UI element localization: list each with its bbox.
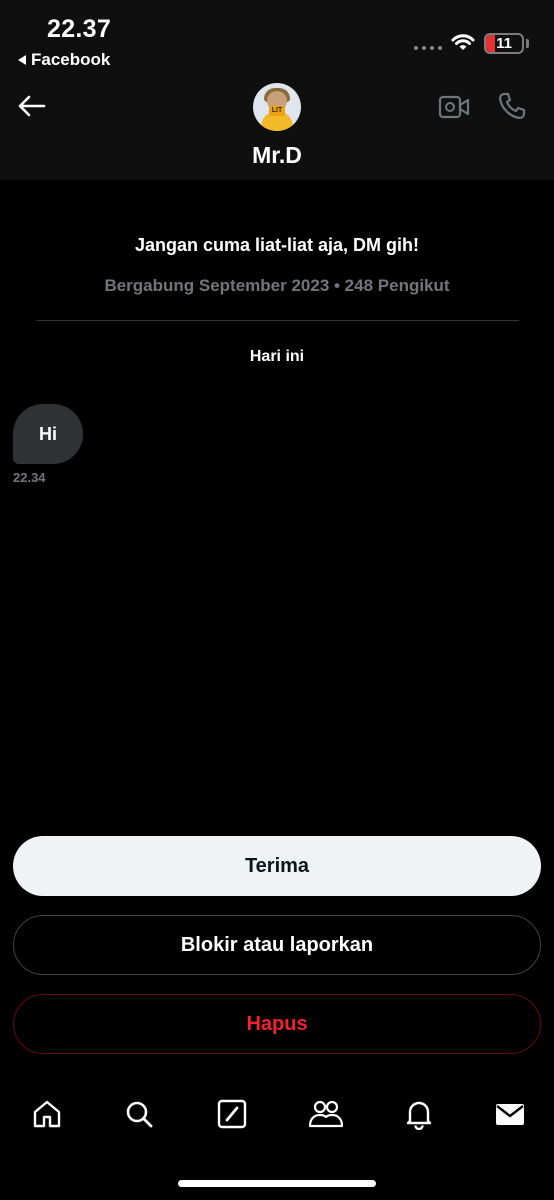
back-to-app-link[interactable]: Facebook <box>18 50 110 70</box>
delete-button[interactable]: Hapus <box>13 994 541 1054</box>
date-separator: Hari ini <box>249 348 305 365</box>
divider <box>36 320 519 321</box>
home-icon[interactable] <box>27 1094 67 1134</box>
phone-call-icon[interactable] <box>497 91 527 121</box>
back-arrow-icon[interactable] <box>16 94 46 118</box>
avatar-badge: LIT <box>269 106 285 116</box>
home-indicator[interactable] <box>178 1180 376 1187</box>
status-bar: 22.37 Facebook 11 <box>0 0 554 76</box>
messages-icon[interactable] <box>490 1094 530 1134</box>
video-call-icon[interactable] <box>438 95 470 119</box>
profile-bio: Jangan cuma liat-liat aja, DM gih! <box>134 235 420 255</box>
conversation-header: LIT Mr.D <box>0 76 554 180</box>
notifications-icon[interactable] <box>399 1094 439 1134</box>
back-app-label: Facebook <box>31 50 111 69</box>
profile-meta: Bergabung September 2023 • 248 Pengikut <box>104 276 450 295</box>
message-time: 22.34 <box>13 470 46 485</box>
search-icon[interactable] <box>119 1094 159 1134</box>
battery-cap <box>526 39 529 48</box>
signal-icon <box>414 46 442 50</box>
message-bubble[interactable]: Hi <box>13 404 83 464</box>
block-report-button[interactable]: Blokir atau laporkan <box>13 915 541 975</box>
communities-icon[interactable] <box>306 1094 346 1134</box>
bottom-nav <box>0 1078 554 1150</box>
back-triangle-icon <box>18 55 26 65</box>
status-time: 22.37 <box>47 15 112 43</box>
battery-percent: 11 <box>496 35 512 52</box>
compose-icon[interactable] <box>212 1094 252 1134</box>
battery-icon: 11 <box>484 33 524 54</box>
wifi-icon <box>451 34 475 50</box>
avatar[interactable]: LIT <box>253 83 301 131</box>
accept-button[interactable]: Terima <box>13 836 541 896</box>
contact-name[interactable]: Mr.D <box>0 142 554 169</box>
dm-request-screen: 22.37 Facebook 11 LIT Mr.D Jangan cuma l… <box>0 0 554 1200</box>
